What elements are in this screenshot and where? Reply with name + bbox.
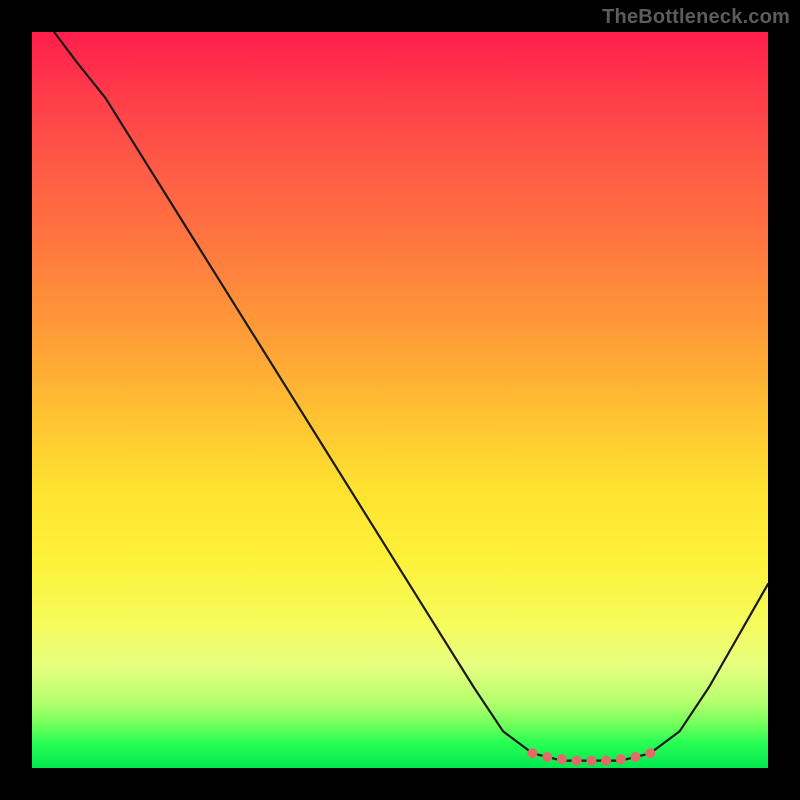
bottleneck-curve bbox=[54, 32, 768, 761]
plot-area bbox=[32, 32, 768, 768]
chart-svg bbox=[32, 32, 768, 768]
watermark-label: TheBottleneck.com bbox=[602, 6, 790, 29]
flat-zone-marker bbox=[631, 752, 641, 762]
flat-zone-marker bbox=[528, 748, 538, 758]
flat-zone-marker bbox=[645, 748, 655, 758]
flat-zone-marker bbox=[586, 756, 596, 766]
flat-zone-marker bbox=[557, 754, 567, 764]
flat-zone-markers bbox=[528, 748, 656, 765]
flat-zone-marker bbox=[572, 756, 582, 766]
flat-zone-marker bbox=[616, 754, 626, 764]
chart-frame: TheBottleneck.com bbox=[0, 0, 800, 800]
flat-zone-marker bbox=[542, 752, 552, 762]
flat-zone-marker bbox=[601, 756, 611, 766]
